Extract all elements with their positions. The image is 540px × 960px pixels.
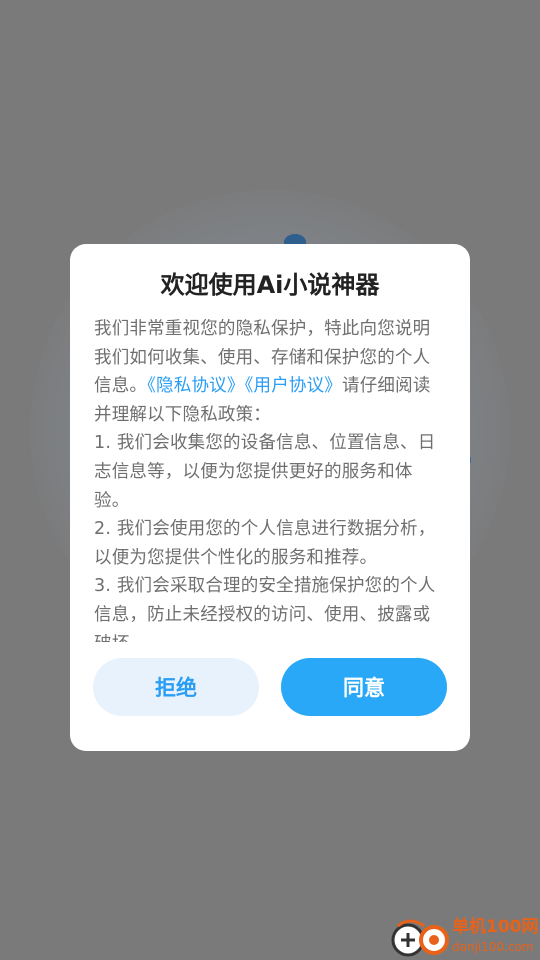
watermark-url: danji100.com bbox=[452, 940, 534, 954]
screen: 欢迎使用Ai小说神器 我们非常重视您的隐私保护，特此向您说明我们如何收集、使用、… bbox=[0, 0, 540, 960]
watermark-name: 单机100网 bbox=[452, 917, 539, 937]
policy-item: 1. 我们会收集您的设备信息、位置信息、日志信息等，以便为您提供更好的服务和体验… bbox=[94, 433, 436, 511]
decline-button[interactable]: 拒绝 bbox=[93, 658, 259, 716]
privacy-dialog: 欢迎使用Ai小说神器 我们非常重视您的隐私保护，特此向您说明我们如何收集、使用、… bbox=[70, 244, 470, 751]
user-agreement-link[interactable]: 《用户协议》 bbox=[245, 376, 342, 396]
privacy-policy-text[interactable]: 我们非常重视您的隐私保护，特此向您说明我们如何收集、使用、存储和保护您的个人信息… bbox=[94, 315, 446, 642]
intro-paragraph: 我们非常重视您的隐私保护，特此向您说明我们如何收集、使用、存储和保护您的个人信息… bbox=[94, 315, 446, 429]
policy-item: 3. 我们会采取合理的安全措施保护您的个人信息，防止未经授权的访问、使用、披露或… bbox=[94, 576, 436, 642]
agree-button[interactable]: 同意 bbox=[281, 658, 447, 716]
watermark: 单机100网 danji100.com bbox=[390, 914, 540, 960]
watermark-logo-icon bbox=[391, 919, 449, 957]
privacy-agreement-link[interactable]: 《隐私协议》 bbox=[147, 376, 244, 396]
dialog-title: 欢迎使用Ai小说神器 bbox=[160, 271, 380, 299]
policy-item: 2. 我们会使用您的个人信息进行数据分析，以便为您提供个性化的服务和推荐。 bbox=[94, 519, 436, 568]
